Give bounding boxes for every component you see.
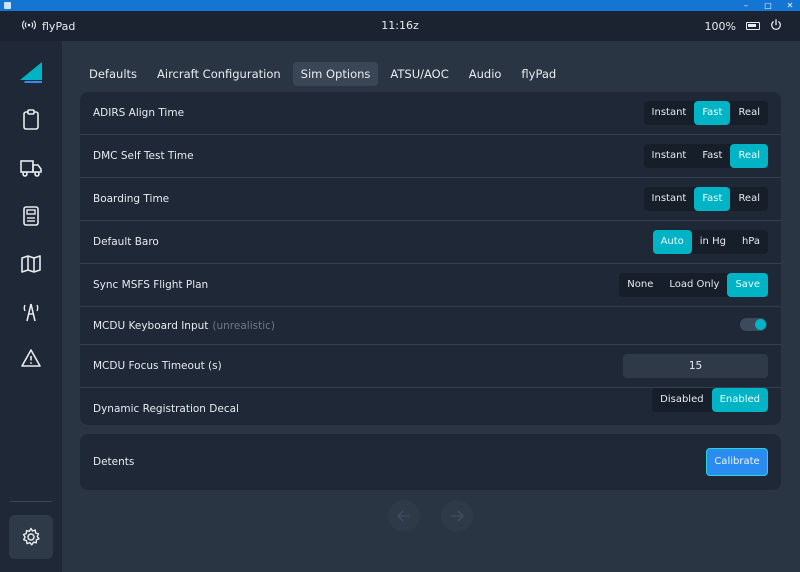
status-bar: flyPad 11:16z 100% bbox=[0, 11, 800, 41]
option-auto[interactable]: Auto bbox=[652, 230, 692, 254]
setting-row-sync: Sync MSFS Flight Plan None Load Only Sav… bbox=[80, 264, 781, 307]
tab-defaults[interactable]: Defaults bbox=[81, 62, 145, 86]
default-baro-selector: Auto in Hg hPa bbox=[652, 230, 768, 254]
mcdu-keyboard-toggle[interactable] bbox=[740, 318, 767, 331]
gear-icon bbox=[22, 527, 40, 546]
option-inhg[interactable]: in Hg bbox=[692, 230, 734, 254]
detents-panel: Detents Calibrate bbox=[80, 434, 781, 490]
toggle-knob bbox=[755, 319, 766, 330]
arrow-left-icon bbox=[397, 510, 410, 522]
setting-label: Dynamic Registration Decal bbox=[93, 403, 239, 415]
window-title-bar: – □ ✕ bbox=[0, 0, 800, 11]
battery-percent: 100% bbox=[704, 19, 736, 33]
setting-label: MCDU Focus Timeout (s) bbox=[93, 360, 222, 372]
setting-row-dmc: DMC Self Test Time Instant Fast Real bbox=[80, 135, 781, 178]
setting-row-mcdu-keyboard: MCDU Keyboard Input (unrealistic) bbox=[80, 307, 781, 345]
calibrate-button[interactable]: Calibrate bbox=[706, 448, 768, 476]
settings-tabs: Defaults Aircraft Configuration Sim Opti… bbox=[81, 62, 564, 86]
warning-icon[interactable] bbox=[17, 344, 45, 372]
adirs-align-selector: Instant Fast Real bbox=[643, 101, 768, 125]
sync-flight-plan-selector: None Load Only Save bbox=[619, 273, 768, 297]
calculator-icon[interactable] bbox=[17, 202, 45, 230]
option-instant[interactable]: Instant bbox=[644, 187, 695, 211]
label-text: MCDU Keyboard Input bbox=[93, 320, 209, 332]
option-hpa[interactable]: hPa bbox=[734, 230, 768, 254]
option-fast[interactable]: Fast bbox=[694, 144, 730, 168]
setting-label: Default Baro bbox=[93, 236, 159, 248]
setting-label: DMC Self Test Time bbox=[93, 150, 194, 162]
tab-audio[interactable]: Audio bbox=[461, 62, 510, 86]
setting-row-adirs: ADIRS Align Time Instant Fast Real bbox=[80, 92, 781, 135]
power-icon[interactable] bbox=[770, 18, 782, 34]
setting-label: ADIRS Align Time bbox=[93, 107, 185, 119]
option-load-only[interactable]: Load Only bbox=[661, 273, 727, 297]
tab-flypad[interactable]: flyPad bbox=[513, 62, 564, 86]
option-disabled[interactable]: Disabled bbox=[652, 388, 711, 412]
option-real[interactable]: Real bbox=[730, 101, 768, 125]
setting-row-decal: Dynamic Registration Decal Disabled Enab… bbox=[80, 388, 781, 425]
setting-row-baro: Default Baro Auto in Hg hPa bbox=[80, 221, 781, 264]
option-save[interactable]: Save bbox=[727, 273, 768, 297]
truck-icon[interactable] bbox=[17, 154, 45, 182]
sim-options-panel: ADIRS Align Time Instant Fast Real DMC S… bbox=[80, 92, 781, 425]
next-page-button[interactable] bbox=[441, 500, 473, 532]
tab-atsu-aoc[interactable]: ATSU/AOC bbox=[382, 62, 456, 86]
option-instant[interactable]: Instant bbox=[644, 144, 695, 168]
clock: 11:16z bbox=[381, 19, 419, 32]
boarding-time-selector: Instant Fast Real bbox=[643, 187, 768, 211]
setting-row-mcdu-focus: MCDU Focus Timeout (s) 15 bbox=[80, 345, 781, 388]
setting-row-boarding: Boarding Time Instant Fast Real bbox=[80, 178, 781, 221]
close-icon[interactable]: ✕ bbox=[786, 0, 794, 11]
tab-aircraft-configuration[interactable]: Aircraft Configuration bbox=[149, 62, 289, 86]
option-enabled[interactable]: Enabled bbox=[711, 388, 768, 412]
tower-icon[interactable] bbox=[17, 298, 45, 326]
option-fast[interactable]: Fast bbox=[694, 187, 731, 211]
setting-label: MCDU Keyboard Input (unrealistic) bbox=[93, 307, 275, 345]
option-real[interactable]: Real bbox=[730, 144, 768, 168]
unrealistic-note: (unrealistic) bbox=[212, 320, 275, 332]
setting-label: Boarding Time bbox=[93, 193, 170, 205]
setting-label: Sync MSFS Flight Plan bbox=[93, 279, 209, 291]
flybywire-logo-icon[interactable] bbox=[17, 58, 45, 86]
previous-page-button[interactable] bbox=[388, 500, 420, 532]
minimize-icon[interactable]: – bbox=[742, 0, 750, 11]
app-logo-icon bbox=[4, 2, 11, 9]
settings-button[interactable] bbox=[9, 515, 53, 559]
clipboard-icon[interactable] bbox=[17, 106, 45, 134]
sidebar bbox=[0, 41, 62, 572]
tab-sim-options[interactable]: Sim Options bbox=[292, 62, 379, 86]
option-instant[interactable]: Instant bbox=[644, 101, 695, 125]
maximize-icon[interactable]: □ bbox=[764, 0, 772, 11]
dmc-self-test-selector: Instant Fast Real bbox=[643, 144, 768, 168]
mcdu-focus-timeout-input[interactable]: 15 bbox=[623, 354, 768, 378]
arrow-right-icon bbox=[451, 510, 464, 522]
map-icon[interactable] bbox=[17, 250, 45, 278]
option-fast[interactable]: Fast bbox=[694, 101, 731, 125]
option-real[interactable]: Real bbox=[730, 187, 768, 211]
option-none[interactable]: None bbox=[619, 273, 661, 297]
detents-label: Detents bbox=[93, 456, 135, 468]
registration-decal-selector: Disabled Enabled bbox=[652, 388, 768, 412]
sidebar-divider bbox=[10, 501, 52, 502]
battery-icon bbox=[746, 22, 760, 30]
